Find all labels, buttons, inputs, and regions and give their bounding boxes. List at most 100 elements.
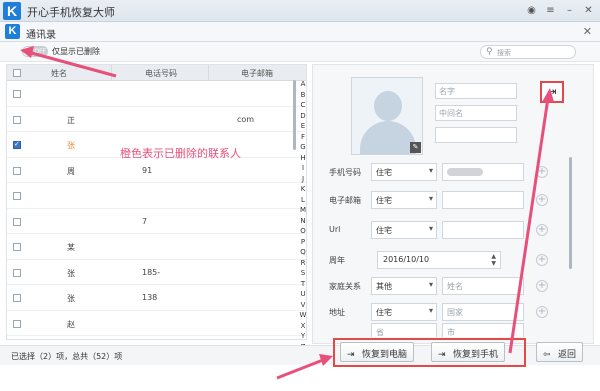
alphabet-letter[interactable]: Q (298, 248, 308, 259)
contact-name: 张 (67, 268, 75, 278)
alphabet-letter[interactable]: D (298, 112, 308, 123)
edit-avatar-icon[interactable]: ✎ (410, 142, 421, 153)
table-row[interactable]: 赵 (7, 311, 306, 336)
alphabet-letter[interactable]: K (298, 185, 308, 196)
contacts-table: 姓名 电话号码 电子邮箱 正com张周917某张185-张138赵 (6, 64, 307, 340)
row-checkbox[interactable] (13, 294, 21, 302)
phone-label: 手机号码 (329, 168, 361, 177)
contact-phone: 185- (142, 267, 161, 277)
close-icon[interactable]: ✕ (583, 5, 594, 16)
contact-phone: 91 (142, 165, 153, 175)
back-label: 返回 (558, 350, 577, 360)
alphabet-letter[interactable]: B (298, 91, 308, 102)
table-scrollbar[interactable] (293, 80, 296, 150)
table-row[interactable]: 张 138 (7, 285, 306, 311)
contact-phone: 7 (142, 216, 148, 226)
alphabet-letter[interactable]: E (298, 122, 308, 133)
email-type-select[interactable]: 住宅 (371, 191, 437, 209)
family-type-select[interactable]: 其他 (371, 277, 437, 295)
row-checkbox[interactable] (13, 192, 21, 200)
row-checkbox[interactable] (13, 140, 21, 149)
alphabet-letter[interactable]: R (298, 259, 308, 270)
app-logo-icon: K (3, 2, 21, 20)
email-label: 电子邮箱 (329, 196, 361, 205)
table-row[interactable]: 张 185- (7, 260, 306, 285)
toggle-pointer-arrow (20, 46, 117, 78)
alphabet-letter[interactable]: T (298, 280, 308, 291)
address-type-select[interactable]: 住宅 (371, 303, 437, 321)
alphabet-letter[interactable]: S (298, 269, 308, 280)
table-row[interactable] (7, 81, 306, 107)
alphabet-letter[interactable]: H (298, 154, 308, 165)
alphabet-letter[interactable]: A (298, 80, 308, 91)
alphabet-letter[interactable]: L (298, 196, 308, 207)
search-icon: ⚲ (486, 47, 493, 57)
window-logo-icon: K (5, 24, 20, 39)
table-row[interactable]: 某 (7, 234, 306, 260)
alphabet-letter[interactable]: I (298, 164, 308, 175)
row-checkbox[interactable] (13, 268, 21, 277)
window-title: 通讯录 (26, 30, 56, 41)
row-checkbox[interactable] (13, 166, 21, 175)
family-label: 家庭关系 (329, 282, 361, 291)
date-spinner-icon[interactable]: ▲ ▼ (491, 253, 496, 267)
contact-name: 张 (67, 294, 75, 303)
alphabet-letter[interactable]: O (298, 227, 308, 238)
search-placeholder: 搜索 (497, 49, 511, 57)
phone-type-select[interactable]: 住宅 (371, 163, 437, 181)
contact-email: com (237, 114, 255, 124)
alphabet-letter[interactable]: W (298, 311, 308, 322)
alphabet-letter[interactable]: C (298, 101, 308, 112)
restore-pointer-arrow (276, 354, 333, 380)
row-checkbox[interactable] (13, 319, 21, 328)
wechat-icon[interactable]: ◉ (526, 5, 537, 16)
table-body: 正com张周917某张185-张138赵 (7, 81, 306, 336)
contact-name: 某 (67, 243, 75, 252)
contact-phone: 138 (142, 293, 158, 302)
anniversary-date-value: 2016/10/10 (383, 255, 430, 264)
row-checkbox[interactable] (13, 243, 21, 251)
contacts-window-header: K 通讯录 ✕ (0, 22, 600, 42)
alphabet-letter[interactable]: M (298, 206, 308, 217)
province-input[interactable]: 省 (371, 323, 437, 337)
alphabet-letter[interactable]: P (298, 238, 308, 249)
detail-scrollbar[interactable] (569, 157, 572, 269)
contact-name: 周 (67, 166, 75, 176)
row-checkbox[interactable] (13, 217, 21, 226)
contact-name: 正 (67, 115, 75, 125)
title-bar: K 开心手机恢复大师 ◉ ≡ – ✕ (0, 0, 600, 22)
search-input[interactable]: ⚲ 搜索 (480, 45, 576, 59)
anniversary-date-input[interactable]: 2016/10/10 ▲ ▼ (377, 251, 501, 269)
table-row[interactable]: 周 91 (7, 158, 306, 183)
alphabet-letter[interactable]: F (298, 133, 308, 144)
alphabet-letter[interactable]: X (298, 322, 308, 333)
table-row[interactable]: 正 com (7, 107, 306, 132)
alphabet-letter[interactable]: Y (298, 332, 308, 343)
alphabet-letter[interactable]: U (298, 290, 308, 301)
contact-name: 张 (67, 141, 75, 150)
alphabet-letter[interactable]: V (298, 301, 308, 312)
table-row[interactable] (7, 183, 306, 209)
window-controls: ◉ ≡ – ✕ (526, 5, 594, 16)
import-pointer-arrow (508, 88, 554, 354)
minimize-icon[interactable]: – (564, 5, 575, 16)
app-title: 开心手机恢复大师 (27, 6, 115, 19)
window-close-icon[interactable]: ✕ (583, 25, 592, 38)
table-row[interactable]: 7 (7, 209, 306, 234)
column-header-phone[interactable]: 电话号码 (145, 68, 177, 79)
url-label: Url (329, 225, 341, 234)
row-checkbox[interactable] (13, 90, 21, 98)
column-header-email[interactable]: 电子邮箱 (241, 68, 273, 79)
contact-avatar[interactable]: ✎ (351, 77, 423, 155)
url-type-select[interactable]: 住宅 (371, 221, 437, 239)
alphabet-letter[interactable]: G (298, 143, 308, 154)
contact-name: 赵 (67, 319, 75, 329)
alphabet-index: ABCDEFGHIJKLMNOPQRSTUVWXYZ (298, 80, 308, 353)
row-checkbox[interactable] (13, 115, 21, 124)
annotation-text: 橙色表示已删除的联系人 (120, 147, 241, 160)
alphabet-letter[interactable]: N (298, 217, 308, 228)
alphabet-letter[interactable]: J (298, 175, 308, 186)
address-label: 地址 (329, 308, 345, 317)
selection-status: 已选择（2）项，总共（52）项 (11, 352, 123, 361)
menu-icon[interactable]: ≡ (545, 5, 556, 16)
